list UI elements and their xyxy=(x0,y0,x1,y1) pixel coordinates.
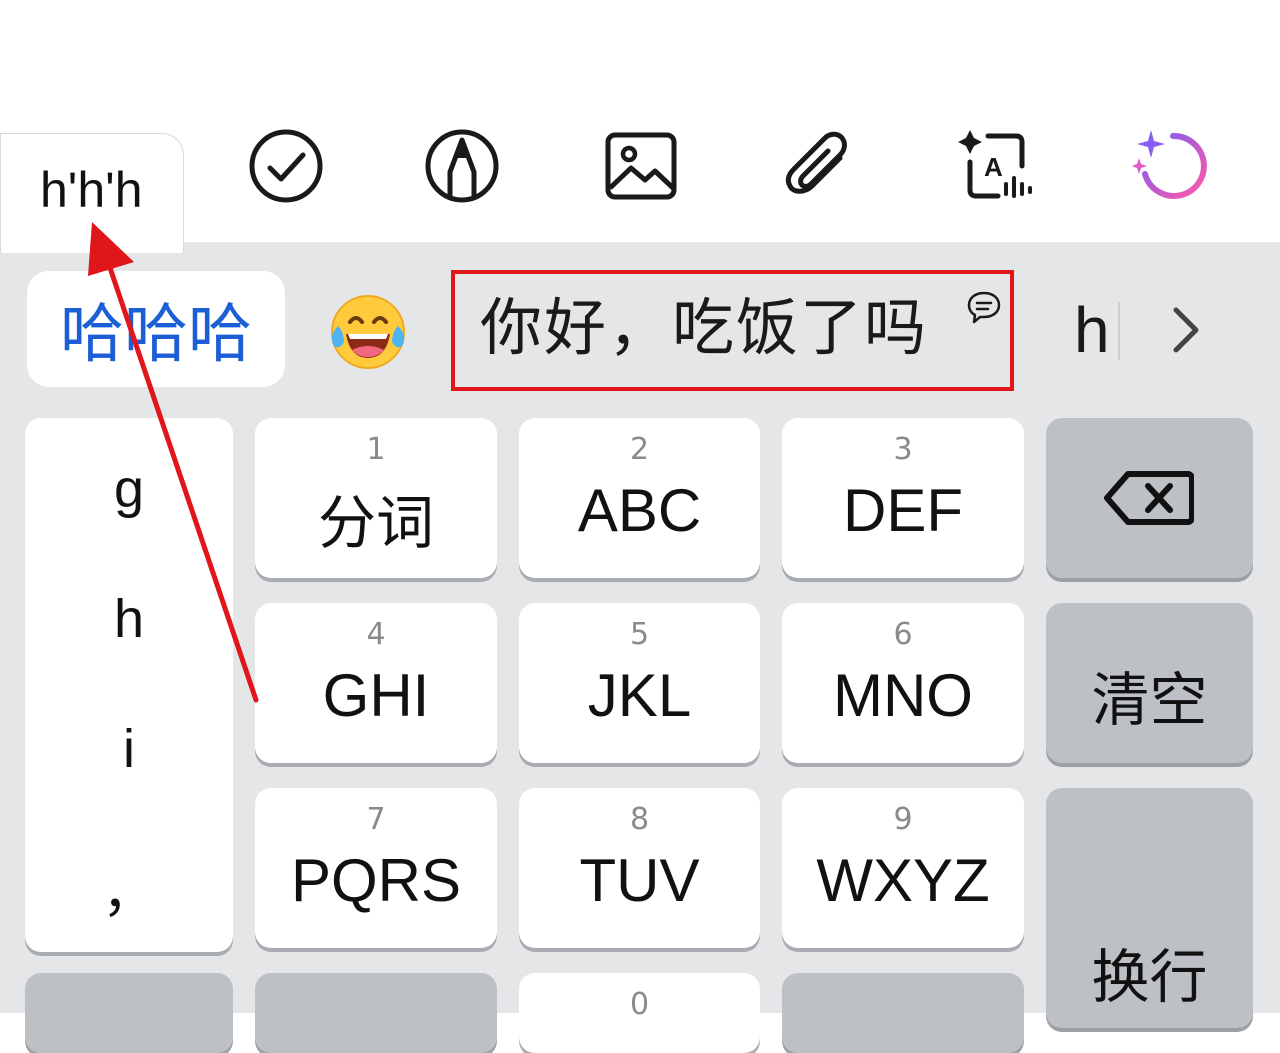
backspace-icon xyxy=(1104,471,1194,525)
key-number: 2 xyxy=(629,432,650,467)
backspace-key[interactable] xyxy=(1046,418,1253,578)
key-number: 0 xyxy=(629,987,650,1022)
key-label: DEF xyxy=(843,477,963,544)
ai-assistant-icon[interactable] xyxy=(1133,128,1209,204)
key-label: PQRS xyxy=(290,847,462,914)
clear-key[interactable]: 清空 xyxy=(1046,603,1253,763)
candidate-first[interactable]: 哈哈哈 xyxy=(27,271,285,387)
check-circle-icon[interactable] xyxy=(248,128,324,204)
candidate-next[interactable]: h xyxy=(1074,295,1110,365)
svg-text:A: A xyxy=(984,152,1003,182)
clear-key-label: 清空 xyxy=(1091,666,1208,734)
image-icon[interactable] xyxy=(603,128,679,204)
key-label: TUV xyxy=(579,847,700,914)
side-item-i[interactable]: i xyxy=(25,718,233,780)
key-number: 9 xyxy=(893,802,913,837)
chevron-right-icon[interactable] xyxy=(1162,300,1210,360)
key-2[interactable]: 2 ABC xyxy=(519,418,760,578)
ai-translate-icon[interactable]: A xyxy=(958,128,1034,204)
key-7[interactable]: 7 PQRS xyxy=(255,788,497,948)
key-label: WXYZ xyxy=(816,847,990,914)
side-item-g[interactable]: g xyxy=(25,458,233,520)
annotation-highlight-box xyxy=(451,270,1014,391)
candidate-emoji[interactable] xyxy=(324,292,412,370)
symbol-column[interactable]: g h i ， xyxy=(25,418,233,952)
key-8[interactable]: 8 TUV xyxy=(519,788,760,948)
pen-icon[interactable] xyxy=(424,128,500,204)
key-4[interactable]: 4 GHI xyxy=(255,603,497,763)
language-key[interactable] xyxy=(782,973,1024,1053)
key-label: 分词 xyxy=(317,489,434,557)
key-number: 8 xyxy=(629,802,650,837)
paperclip-icon[interactable] xyxy=(780,128,856,204)
side-item-h[interactable]: h xyxy=(25,588,233,650)
key-6[interactable]: 6 MNO xyxy=(782,603,1024,763)
key-number: 5 xyxy=(629,617,650,652)
enter-key-label: 换行 xyxy=(1091,943,1208,1011)
key-1[interactable]: 1 分词 xyxy=(255,418,497,578)
key-label: GHI xyxy=(322,662,430,729)
key-9[interactable]: 9 WXYZ xyxy=(782,788,1024,948)
key-0[interactable]: 0 xyxy=(519,973,760,1053)
key-number: 4 xyxy=(366,617,386,652)
candidate-divider xyxy=(1118,302,1120,360)
key-number: 1 xyxy=(366,432,386,467)
key-number: 6 xyxy=(893,617,913,652)
composing-text: h'h'h xyxy=(40,162,143,218)
key-5[interactable]: 5 JKL xyxy=(519,603,760,763)
symbol-key[interactable] xyxy=(25,973,233,1053)
key-label: JKL xyxy=(587,662,692,729)
key-number: 3 xyxy=(893,432,913,467)
key-number: 7 xyxy=(366,802,386,837)
key-label: MNO xyxy=(833,662,973,729)
enter-key[interactable]: 换行 xyxy=(1046,788,1253,1028)
emoji-key[interactable] xyxy=(255,973,497,1053)
key-label: ABC xyxy=(577,477,702,544)
side-item-comma[interactable]: ， xyxy=(25,848,233,927)
key-3[interactable]: 3 DEF xyxy=(782,418,1024,578)
